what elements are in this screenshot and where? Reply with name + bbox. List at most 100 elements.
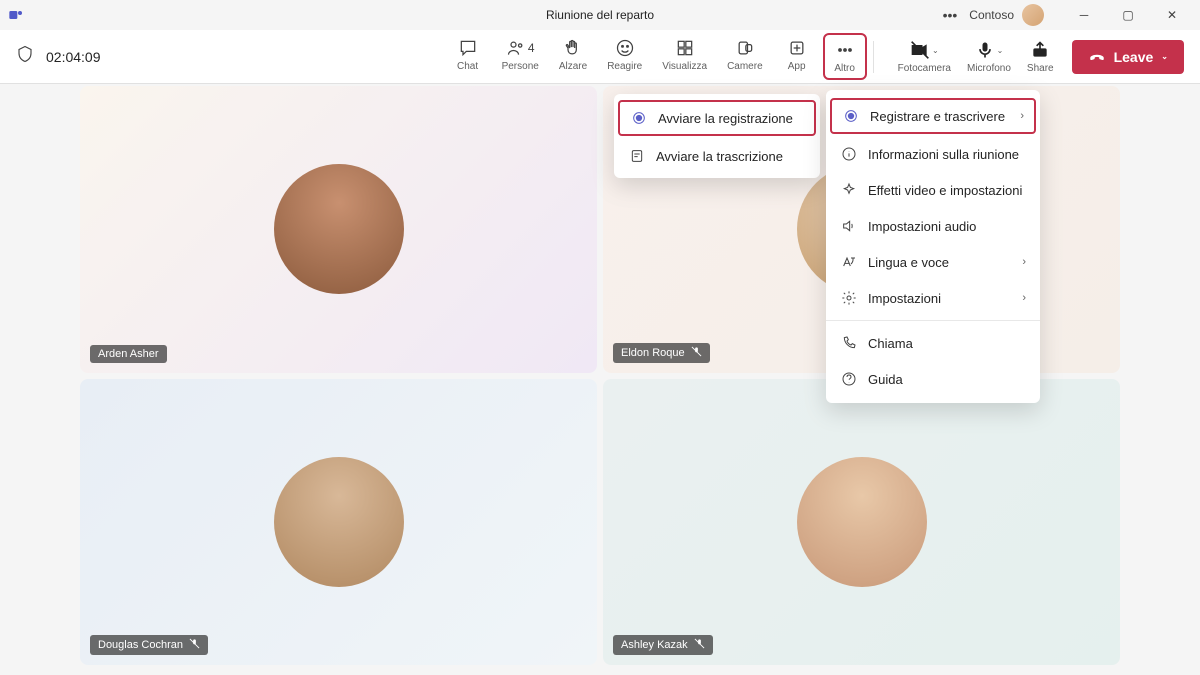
apps-button[interactable]: App <box>775 33 819 76</box>
record-transcribe-item[interactable]: Registrare e trascrivere › <box>830 98 1036 134</box>
menu-label: Impostazioni audio <box>868 219 976 234</box>
shield-icon[interactable] <box>16 45 34 68</box>
share-label: Share <box>1027 63 1054 74</box>
org-name: Contoso <box>969 8 1014 22</box>
react-button[interactable]: Reagire <box>599 33 650 76</box>
meeting-toolbar: 02:04:09 Chat 4 Persone Alzare Reagire V… <box>0 30 1200 84</box>
start-transcription-item[interactable]: Avviare la trascrizione <box>614 138 820 174</box>
toolbar-divider <box>873 41 874 73</box>
name-badge: Douglas Cochran <box>90 635 208 655</box>
hangup-icon <box>1088 48 1106 66</box>
more-menu: Registrare e trascrivere › Informazioni … <box>826 90 1040 403</box>
share-icon <box>1030 40 1050 60</box>
menu-label: Guida <box>868 372 903 387</box>
sparkle-icon <box>840 181 858 199</box>
chat-label: Chat <box>457 61 478 72</box>
titlebar: Riunione del reparto ••• Contoso ─ ▢ ✕ <box>0 0 1200 30</box>
microphone-button[interactable]: ⌄ Microfono <box>961 35 1017 78</box>
grid-icon <box>675 37 695 59</box>
mic-label: Microfono <box>967 63 1011 74</box>
people-button[interactable]: 4 Persone <box>494 33 547 76</box>
apps-icon <box>787 37 807 59</box>
view-label: Visualizza <box>662 61 707 72</box>
menu-label: Lingua e voce <box>868 255 949 270</box>
participant-tile[interactable]: Arden Asher <box>80 86 597 373</box>
record-submenu: Avviare la registrazione Avviare la tras… <box>614 94 820 178</box>
video-effects-item[interactable]: Effetti video e impostazioni <box>826 172 1040 208</box>
menu-label: Chiama <box>868 336 913 351</box>
menu-label: Effetti video e impostazioni <box>868 183 1022 198</box>
hand-icon <box>563 37 583 59</box>
chevron-down-icon: ⌄ <box>1161 52 1168 61</box>
minimize-button[interactable]: ─ <box>1064 2 1104 28</box>
record-icon <box>842 107 860 125</box>
camera-off-icon <box>910 40 930 60</box>
share-button[interactable]: Share <box>1021 35 1060 78</box>
mic-off-icon <box>189 638 200 652</box>
maximize-button[interactable]: ▢ <box>1108 2 1148 28</box>
name-badge: Eldon Roque <box>613 343 710 363</box>
teams-app-icon <box>8 7 24 23</box>
name-badge: Arden Asher <box>90 345 167 363</box>
name-badge: Ashley Kazak <box>613 635 713 655</box>
mic-off-icon <box>691 346 702 360</box>
chat-icon <box>458 37 478 59</box>
info-icon <box>840 145 858 163</box>
meeting-info-item[interactable]: Informazioni sulla riunione <box>826 136 1040 172</box>
participant-tile[interactable]: Ashley Kazak <box>603 379 1120 666</box>
more-icon <box>835 39 855 61</box>
camera-label: Fotocamera <box>898 63 951 74</box>
menu-label: Avviare la registrazione <box>658 111 793 126</box>
smile-icon <box>615 37 635 59</box>
titlebar-more-icon[interactable]: ••• <box>939 3 962 27</box>
rooms-label: Camere <box>727 61 763 72</box>
chat-button[interactable]: Chat <box>446 33 490 76</box>
leave-button[interactable]: Leave ⌄ <box>1072 40 1184 74</box>
rooms-icon <box>735 37 755 59</box>
people-label: Persone <box>502 61 539 72</box>
leave-label: Leave <box>1114 49 1154 65</box>
settings-item[interactable]: Impostazioni › <box>826 280 1040 316</box>
menu-separator <box>826 320 1040 321</box>
participant-name: Arden Asher <box>98 348 159 360</box>
mic-icon <box>975 40 995 60</box>
guide-item[interactable]: Guida <box>826 361 1040 397</box>
user-avatar[interactable] <box>1022 4 1044 26</box>
chevron-right-icon: › <box>1022 292 1026 304</box>
react-label: Reagire <box>607 61 642 72</box>
participant-name: Douglas Cochran <box>98 639 183 651</box>
record-icon <box>630 109 648 127</box>
phone-icon <box>840 334 858 352</box>
apps-label: App <box>788 61 806 72</box>
language-voice-item[interactable]: Lingua e voce › <box>826 244 1040 280</box>
speaker-icon <box>840 217 858 235</box>
raise-hand-button[interactable]: Alzare <box>551 33 595 76</box>
camera-button[interactable]: ⌄ Fotocamera <box>892 35 957 78</box>
chevron-right-icon: › <box>1022 256 1026 268</box>
call-item[interactable]: Chiama <box>826 325 1040 361</box>
participant-tile[interactable]: Douglas Cochran <box>80 379 597 666</box>
people-icon: 4 <box>506 37 535 59</box>
menu-label: Informazioni sulla riunione <box>868 147 1019 162</box>
more-button[interactable]: Altro <box>823 33 867 80</box>
people-count: 4 <box>528 41 535 55</box>
rooms-button[interactable]: Camere <box>719 33 771 76</box>
more-label: Altro <box>834 63 855 74</box>
gear-icon <box>840 289 858 307</box>
menu-label: Registrare e trascrivere <box>870 109 1005 124</box>
view-button[interactable]: Visualizza <box>654 33 715 76</box>
participant-name: Eldon Roque <box>621 347 685 359</box>
close-button[interactable]: ✕ <box>1152 2 1192 28</box>
raise-label: Alzare <box>559 61 587 72</box>
audio-settings-item[interactable]: Impostazioni audio <box>826 208 1040 244</box>
chevron-down-icon: ⌄ <box>932 46 939 55</box>
meeting-duration: 02:04:09 <box>46 49 101 65</box>
participant-name: Ashley Kazak <box>621 639 688 651</box>
menu-label: Impostazioni <box>868 291 941 306</box>
language-icon <box>840 253 858 271</box>
chevron-right-icon: › <box>1020 110 1024 122</box>
start-recording-item[interactable]: Avviare la registrazione <box>618 100 816 136</box>
avatar <box>274 457 404 587</box>
mic-off-icon <box>694 638 705 652</box>
transcription-icon <box>628 147 646 165</box>
